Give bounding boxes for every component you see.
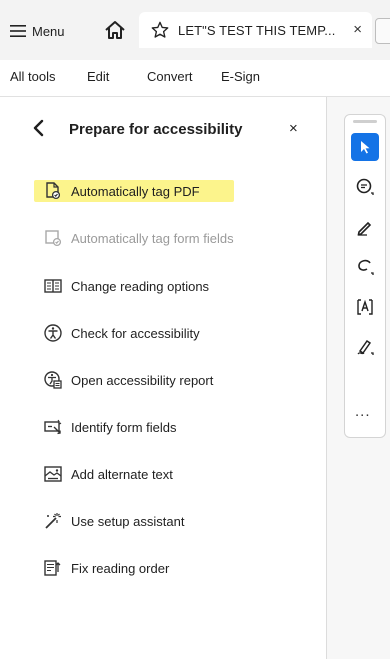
text-select-icon: [357, 299, 373, 315]
tool-label: Fix reading order: [71, 560, 170, 576]
tool-label: Check for accessibility: [71, 325, 200, 341]
panel-header: Prepare for accessibility ×: [0, 97, 326, 163]
tool-use-setup-assistant[interactable]: Use setup assistant: [42, 508, 184, 534]
tool-automatically-tag-pdf[interactable]: Automatically tag PDF: [42, 178, 200, 204]
panel-title: Prepare for accessibility: [69, 121, 243, 138]
tool-check-for-accessibility[interactable]: Check for accessibility: [42, 320, 200, 346]
tool-label: Open accessibility report: [71, 372, 214, 388]
tab-bar: Menu LET"S TEST THIS TEMP... ×: [0, 0, 390, 60]
setup-assistant-icon: [42, 510, 64, 532]
menu-item-e-sign[interactable]: E-Sign: [221, 69, 260, 84]
reading-options-icon: [42, 275, 64, 297]
menu-button[interactable]: Menu: [10, 20, 65, 42]
tool-label: Identify form fields: [71, 419, 177, 435]
accessibility-check-icon: [42, 322, 64, 344]
tool-identify-form-fields[interactable]: Identify form fields: [42, 414, 177, 440]
select-tool-button[interactable]: [351, 133, 379, 161]
hamburger-icon: [10, 25, 26, 37]
tool-label: Automatically tag form fields: [71, 230, 234, 246]
menu-label: Menu: [32, 23, 65, 39]
lasso-tool-button[interactable]: [351, 253, 379, 281]
tool-label: Automatically tag PDF: [71, 183, 200, 199]
tab-close-button[interactable]: ×: [353, 21, 362, 38]
star-icon[interactable]: [151, 21, 169, 39]
alternate-text-icon: [42, 463, 64, 485]
select-cursor-icon: [361, 141, 370, 154]
tool-label: Add alternate text: [71, 466, 173, 482]
menu-item-edit[interactable]: Edit: [87, 69, 109, 84]
menu-item-all-tools[interactable]: All tools: [10, 69, 56, 84]
quick-tools-rail: ...: [344, 114, 386, 438]
tool-add-alternate-text[interactable]: Add alternate text: [42, 461, 173, 487]
more-tools-button[interactable]: ...: [355, 403, 371, 420]
pencil-icon: [357, 221, 372, 236]
accessibility-panel: Prepare for accessibility × Automaticall…: [0, 97, 326, 659]
tool-change-reading-options[interactable]: Change reading options: [42, 273, 209, 299]
draw-tool-button[interactable]: [351, 213, 379, 241]
tool-fix-reading-order[interactable]: Fix reading order: [42, 555, 169, 581]
tool-label: Change reading options: [71, 278, 210, 294]
tab-title: LET"S TEST THIS TEMP...: [178, 22, 336, 38]
document-tab[interactable]: LET"S TEST THIS TEMP... ×: [139, 12, 372, 48]
accessibility-report-icon: [42, 369, 64, 391]
lasso-icon: [358, 259, 374, 275]
tool-automatically-tag-form-fields: Automatically tag form fields: [42, 225, 234, 251]
panel-close-button[interactable]: ×: [289, 120, 298, 137]
menu-item-convert[interactable]: Convert: [147, 69, 193, 84]
comment-icon: [356, 178, 374, 195]
menu-bar: All tools Edit Convert E-Sign: [0, 60, 390, 97]
tag-form-fields-icon: [42, 227, 64, 249]
sign-tool-button[interactable]: [351, 333, 379, 361]
tag-pdf-icon: [42, 180, 64, 202]
text-select-tool-button[interactable]: [351, 293, 379, 321]
back-chevron-icon[interactable]: [32, 119, 46, 137]
tool-label: Use setup assistant: [71, 513, 185, 529]
reading-order-icon: [42, 557, 64, 579]
home-icon[interactable]: [104, 19, 126, 41]
sign-icon: [357, 339, 374, 355]
comment-tool-button[interactable]: [351, 173, 379, 201]
identify-form-fields-icon: [42, 416, 64, 438]
new-tab-button[interactable]: [375, 18, 390, 44]
tool-open-accessibility-report[interactable]: Open accessibility report: [42, 367, 213, 393]
rail-drag-handle[interactable]: [353, 120, 377, 123]
